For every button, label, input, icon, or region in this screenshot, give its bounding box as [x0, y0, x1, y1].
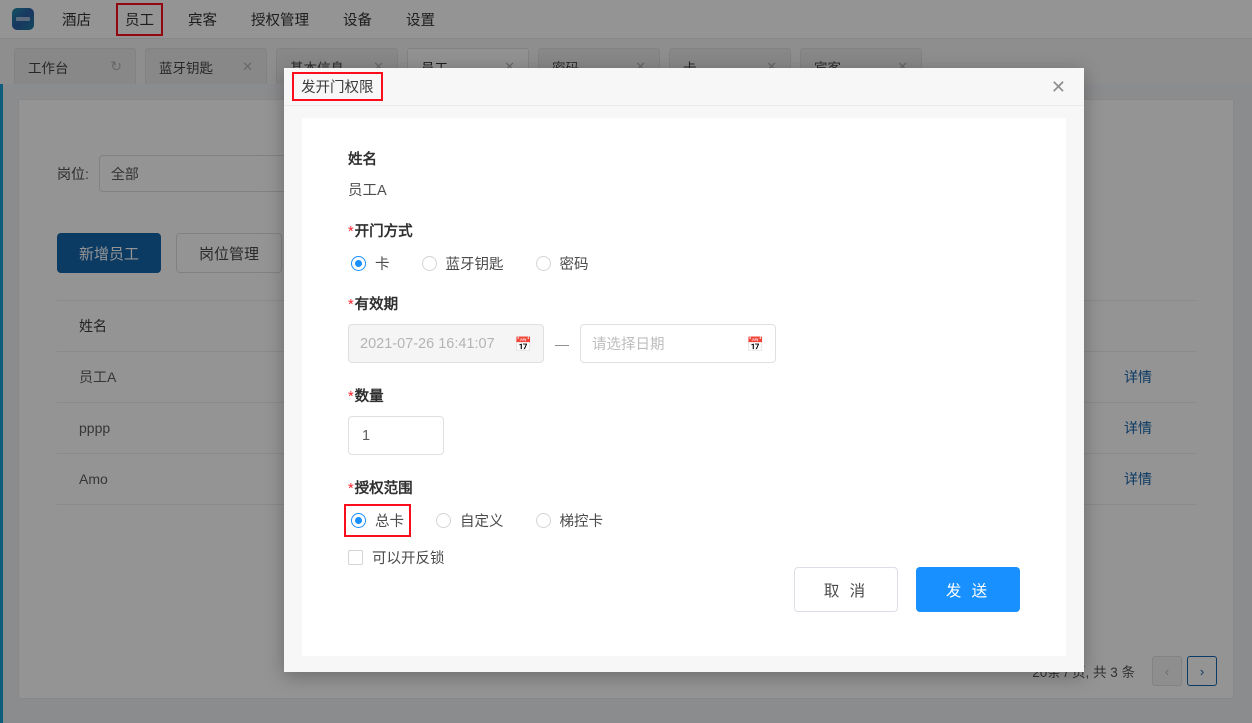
radio-label: 蓝牙钥匙	[445, 257, 504, 273]
field-open-method-label: *开门方式	[348, 220, 618, 241]
field-validity-period: *有效期 2021-07-26 16:41:07 📅 — 请选择日期 📅	[348, 293, 776, 363]
radio-open-method-password[interactable]: 密码	[533, 251, 592, 276]
radio-dot-icon	[535, 513, 551, 528]
calendar-icon: 📅	[746, 335, 764, 352]
radio-label: 自定义	[460, 514, 504, 530]
radio-label: 梯控卡	[559, 514, 604, 530]
radio-dot-icon	[436, 513, 451, 528]
quantity-input[interactable]: 1	[348, 416, 444, 455]
dialog-actions: 取 消 发 送	[794, 567, 1020, 612]
label-text: 授权范围	[354, 481, 413, 497]
close-icon[interactable]: ✕	[1051, 78, 1066, 96]
dialog-title: 发开门权限	[292, 72, 383, 101]
field-open-method: *开门方式 卡 蓝牙钥匙 密码	[348, 220, 618, 276]
field-quantity-label: *数量	[348, 385, 444, 406]
radio-dot-icon	[351, 513, 366, 528]
calendar-icon: 📅	[514, 335, 532, 352]
required-marker: *	[348, 481, 354, 497]
radio-dot-icon	[421, 256, 437, 271]
radio-label: 密码	[559, 257, 589, 273]
field-quantity: *数量 1	[348, 385, 444, 455]
end-date-input[interactable]: 请选择日期 📅	[580, 324, 776, 363]
start-date-input[interactable]: 2021-07-26 16:41:07 📅	[348, 324, 544, 363]
label-text: 有效期	[354, 297, 399, 313]
required-marker: *	[348, 224, 354, 240]
open-method-radio-group: 卡 蓝牙钥匙 密码	[348, 251, 618, 276]
field-validity-label: *有效期	[348, 293, 776, 314]
checkbox-icon	[348, 550, 363, 565]
start-date-value: 2021-07-26 16:41:07	[360, 335, 495, 352]
radio-dot-icon	[351, 256, 366, 271]
auth-scope-radio-group: 总卡 自定义 梯控卡	[344, 504, 632, 537]
field-name-label: 姓名	[348, 152, 377, 168]
dialog-body: 姓名 员工A *开门方式 卡 蓝牙钥匙 密码 *有效期 2021-07-26 1…	[302, 118, 1066, 656]
radio-auth-scope-master-card[interactable]: 总卡	[344, 504, 411, 537]
required-marker: *	[348, 389, 354, 405]
label-text: 数量	[354, 389, 384, 405]
radio-dot-icon	[535, 256, 551, 271]
checkbox-label: 可以开反锁	[372, 551, 445, 567]
grant-door-access-dialog: 发开门权限 ✕ 姓名 员工A *开门方式 卡 蓝牙钥匙 密码 *有效期 2021…	[284, 68, 1084, 672]
label-text: 开门方式	[354, 224, 413, 240]
required-marker: *	[348, 297, 354, 313]
cancel-button[interactable]: 取 消	[794, 567, 898, 612]
end-date-placeholder: 请选择日期	[592, 337, 665, 353]
field-auth-scope-label: *授权范围	[348, 477, 632, 498]
date-range-row: 2021-07-26 16:41:07 📅 — 请选择日期 📅	[348, 324, 776, 363]
dialog-header: 发开门权限 ✕	[284, 68, 1084, 106]
radio-auth-scope-elevator-card[interactable]: 梯控卡	[533, 508, 607, 533]
send-button[interactable]: 发 送	[916, 567, 1020, 612]
date-range-separator: —	[555, 335, 569, 352]
field-auth-scope: *授权范围 总卡 自定义 梯控卡 可以开反锁	[344, 477, 632, 568]
radio-open-method-bluetooth[interactable]: 蓝牙钥匙	[419, 251, 507, 276]
radio-auth-scope-custom[interactable]: 自定义	[433, 508, 507, 533]
quantity-value: 1	[362, 427, 371, 444]
field-name: 姓名 员工A	[348, 148, 387, 200]
checkbox-deadbolt-unlock[interactable]: 可以开反锁	[348, 547, 632, 568]
radio-label: 总卡	[375, 514, 404, 530]
field-name-value: 员工A	[348, 183, 387, 199]
radio-open-method-card[interactable]: 卡	[348, 251, 393, 276]
radio-label: 卡	[375, 257, 390, 273]
